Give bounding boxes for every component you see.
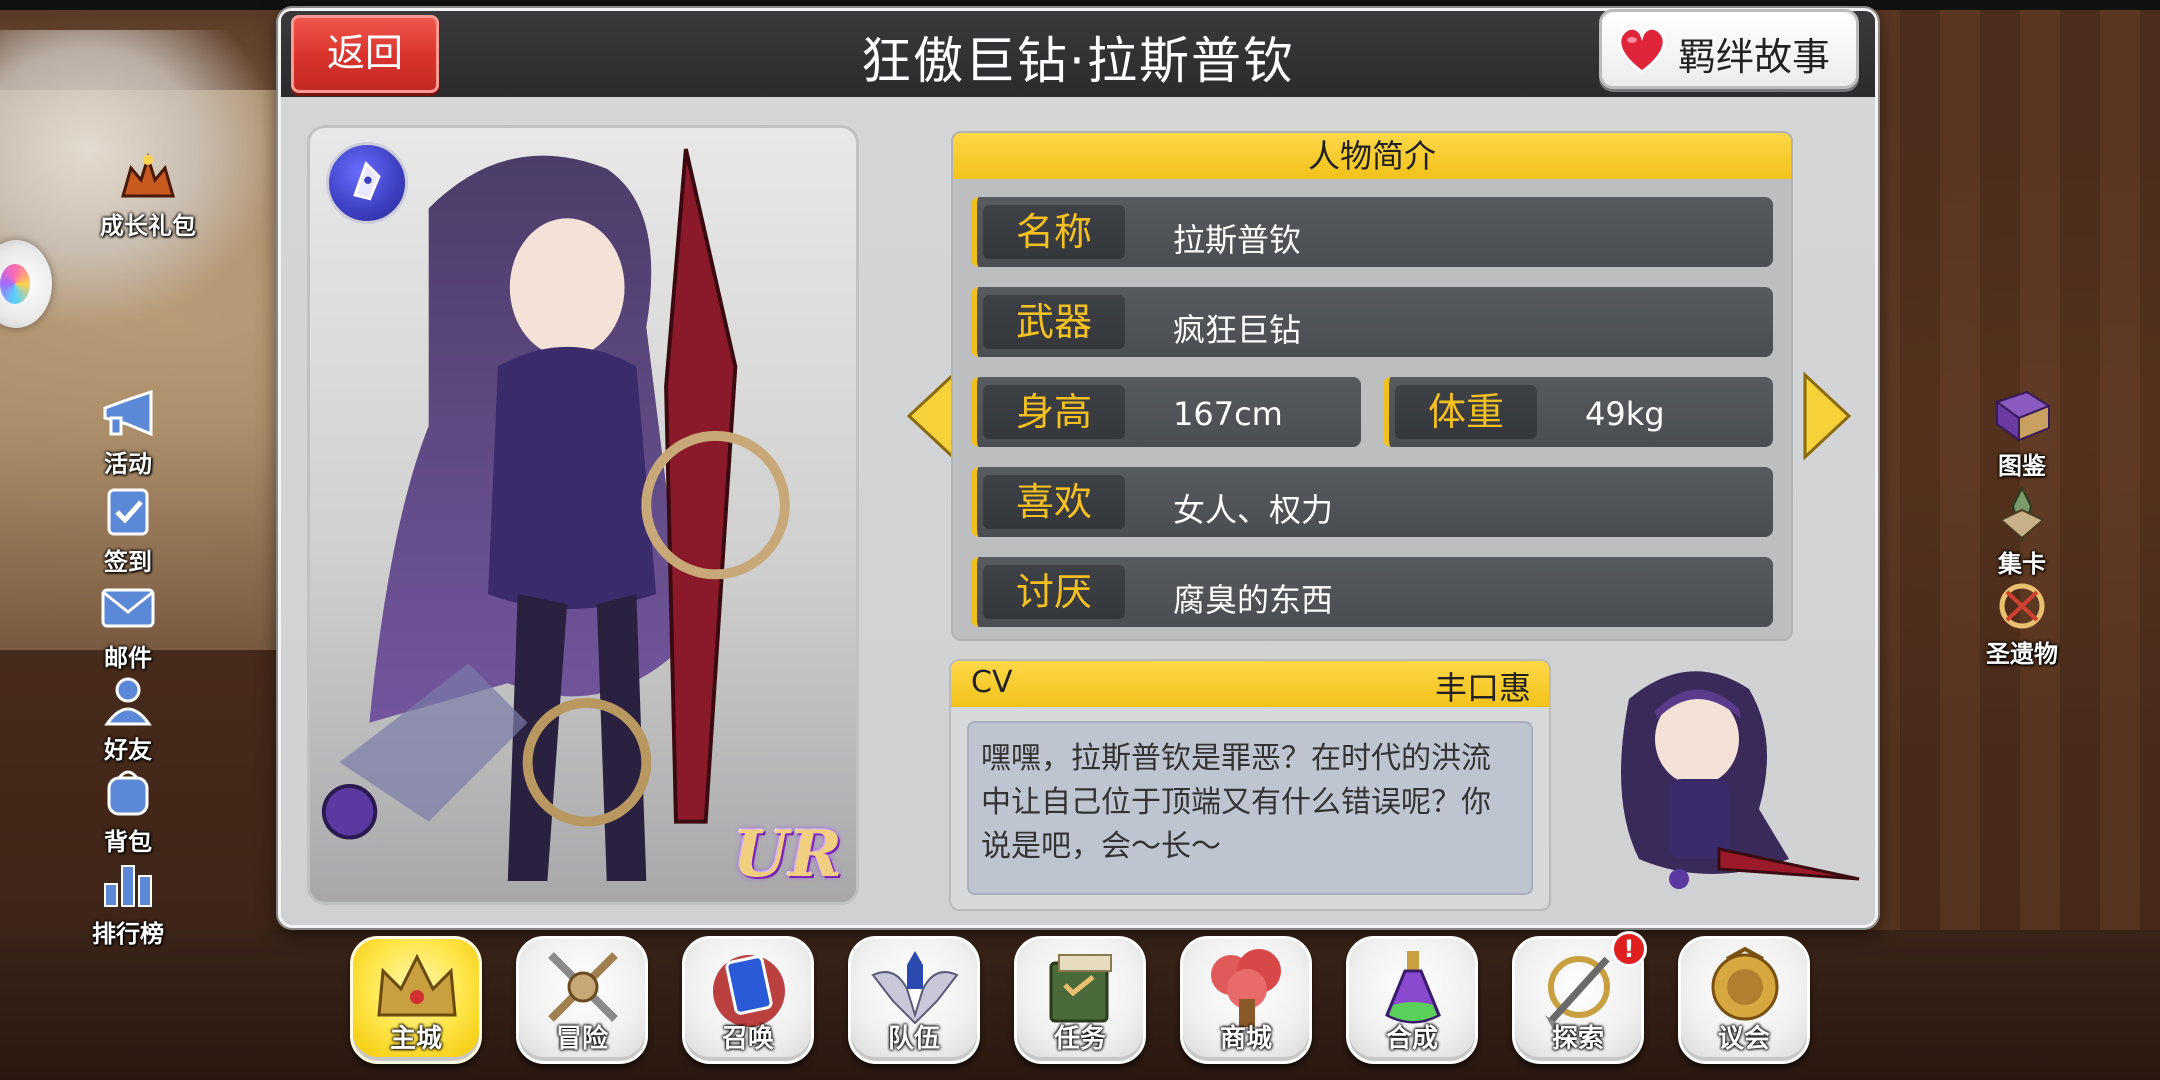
nav-quest[interactable]: 任务 bbox=[1014, 936, 1146, 1064]
side-item-relic[interactable]: 圣遗物 bbox=[1962, 576, 2082, 669]
checkin-clipboard-icon bbox=[97, 486, 159, 538]
nav-label: 冒险 bbox=[555, 1024, 608, 1054]
voice-actor-box: CV 丰口惠 嘿嘿，拉斯普钦是罪恶？在时代的洪流中让自己位于顶端又有什么错误呢？… bbox=[949, 659, 1551, 911]
profile-key: 武器 bbox=[983, 295, 1125, 349]
assistant-ball-icon bbox=[0, 264, 30, 304]
nav-label: 队伍 bbox=[887, 1024, 940, 1054]
growth-gift-icon bbox=[117, 150, 179, 202]
side-item-label: 活动 bbox=[104, 450, 152, 478]
profile-key: 喜欢 bbox=[983, 475, 1125, 529]
side-item-friends[interactable]: 好友 bbox=[58, 674, 198, 765]
notification-badge: ! bbox=[1611, 931, 1647, 967]
profile-row-name: 名称 拉斯普钦 bbox=[971, 197, 1773, 267]
side-item-label: 集卡 bbox=[1998, 550, 2046, 578]
profile-key: 体重 bbox=[1395, 385, 1537, 439]
profile-box: 人物简介 名称 拉斯普钦 武器 疯狂巨钻 身高 167cm 体重 49kg 喜欢… bbox=[951, 131, 1793, 641]
profile-key: 讨厌 bbox=[983, 565, 1125, 619]
side-item-codex[interactable]: 图鉴 bbox=[1962, 388, 2082, 481]
profile-row-weight: 体重 49kg bbox=[1383, 377, 1773, 447]
side-item-label: 成长礼包 bbox=[100, 212, 196, 240]
relic-icon bbox=[1987, 576, 2057, 632]
profile-value: 49kg bbox=[1585, 395, 1665, 433]
nav-adventure[interactable]: 冒险 bbox=[516, 936, 648, 1064]
profile-value: 女人、权力 bbox=[1173, 491, 1334, 529]
cv-header: CV 丰口惠 bbox=[951, 661, 1549, 707]
side-item-activity[interactable]: 活动 bbox=[58, 388, 198, 479]
profile-row-likes: 喜欢 女人、权力 bbox=[971, 467, 1773, 537]
bond-story-button[interactable]: 羁绊故事 bbox=[1599, 9, 1859, 89]
next-character-arrow[interactable] bbox=[1799, 371, 1855, 461]
side-item-label: 签到 bbox=[104, 548, 152, 576]
ranking-bars-icon bbox=[97, 858, 159, 910]
character-art bbox=[321, 148, 790, 881]
nav-label: 议会 bbox=[1717, 1024, 1770, 1054]
cv-label: CV bbox=[971, 665, 1013, 700]
profile-heading: 人物简介 bbox=[953, 133, 1791, 179]
heart-icon bbox=[1614, 24, 1670, 76]
profile-row-dislikes: 讨厌 腐臭的东西 bbox=[971, 557, 1773, 627]
side-item-label: 圣遗物 bbox=[1986, 640, 2058, 668]
side-item-label: 图鉴 bbox=[1998, 452, 2046, 480]
character-portrait: UR bbox=[307, 125, 859, 905]
megaphone-icon bbox=[97, 388, 159, 440]
nav-explore[interactable]: 探索 ! bbox=[1512, 931, 1647, 1064]
profile-value: 腐臭的东西 bbox=[1173, 581, 1334, 619]
nav-label: 主城 bbox=[389, 1024, 442, 1054]
nav-label: 任务 bbox=[1053, 1024, 1106, 1054]
side-item-growth-gift[interactable]: 成长礼包 bbox=[78, 150, 218, 241]
side-item-label: 好友 bbox=[104, 736, 152, 764]
side-item-ranking[interactable]: 排行榜 bbox=[58, 858, 198, 949]
side-item-checkin[interactable]: 签到 bbox=[58, 486, 198, 577]
nav-label: 合成 bbox=[1385, 1024, 1438, 1054]
friends-icon bbox=[97, 674, 159, 726]
nav-label: 探索 bbox=[1551, 1024, 1604, 1054]
voice-line-text: 嘿嘿，拉斯普钦是罪恶？在时代的洪流中让自己位于顶端又有什么错误呢？你说是吧，会～… bbox=[967, 721, 1533, 895]
bottom-navigation: 主城 冒险 召唤 队伍 任务 商城 合成 探索 ! 议会 bbox=[350, 931, 1820, 1066]
pen-nib-icon bbox=[326, 142, 408, 224]
card-collect-icon bbox=[1987, 485, 2057, 544]
profile-row-weapon: 武器 疯狂巨钻 bbox=[971, 287, 1773, 357]
bond-story-label: 羁绊故事 bbox=[1678, 35, 1831, 79]
rarity-badge: UR bbox=[733, 817, 842, 892]
nav-label: 召唤 bbox=[721, 1024, 774, 1054]
profile-value: 疯狂巨钻 bbox=[1173, 311, 1302, 349]
side-item-label: 邮件 bbox=[104, 644, 152, 672]
nav-summon[interactable]: 召唤 bbox=[682, 936, 814, 1064]
nav-team[interactable]: 队伍 bbox=[848, 936, 980, 1064]
profile-value: 167cm bbox=[1173, 395, 1283, 433]
side-item-label: 背包 bbox=[104, 828, 152, 856]
side-item-card-collect[interactable]: 集卡 bbox=[1962, 485, 2082, 579]
profile-key: 身高 bbox=[983, 385, 1125, 439]
backpack-icon bbox=[97, 766, 159, 818]
side-item-mail[interactable]: 邮件 bbox=[58, 582, 198, 673]
chibi-sprite bbox=[1621, 671, 1860, 889]
nav-main-city[interactable]: 主城 bbox=[350, 936, 482, 1064]
side-item-label: 排行榜 bbox=[92, 920, 164, 948]
cv-name: 丰口惠 bbox=[1434, 669, 1531, 707]
profile-value: 拉斯普钦 bbox=[1173, 221, 1302, 259]
character-profile-panel: 返回 狂傲巨钻·拉斯普钦 羁绊故事 UR 人物简介 名称 拉斯普钦 武器 疯狂巨… bbox=[278, 8, 1878, 928]
codex-book-icon bbox=[1987, 388, 2057, 444]
nav-label: 商城 bbox=[1219, 1024, 1272, 1054]
nav-shop[interactable]: 商城 bbox=[1180, 936, 1312, 1064]
nav-council[interactable]: 议会 bbox=[1678, 936, 1810, 1064]
profile-row-height: 身高 167cm bbox=[971, 377, 1361, 447]
side-item-backpack[interactable]: 背包 bbox=[58, 766, 198, 857]
mail-icon bbox=[97, 582, 159, 634]
nav-synthesis[interactable]: 合成 bbox=[1346, 936, 1478, 1064]
panel-header: 返回 狂傲巨钻·拉斯普钦 羁绊故事 bbox=[281, 9, 1875, 97]
profile-key: 名称 bbox=[983, 205, 1125, 259]
